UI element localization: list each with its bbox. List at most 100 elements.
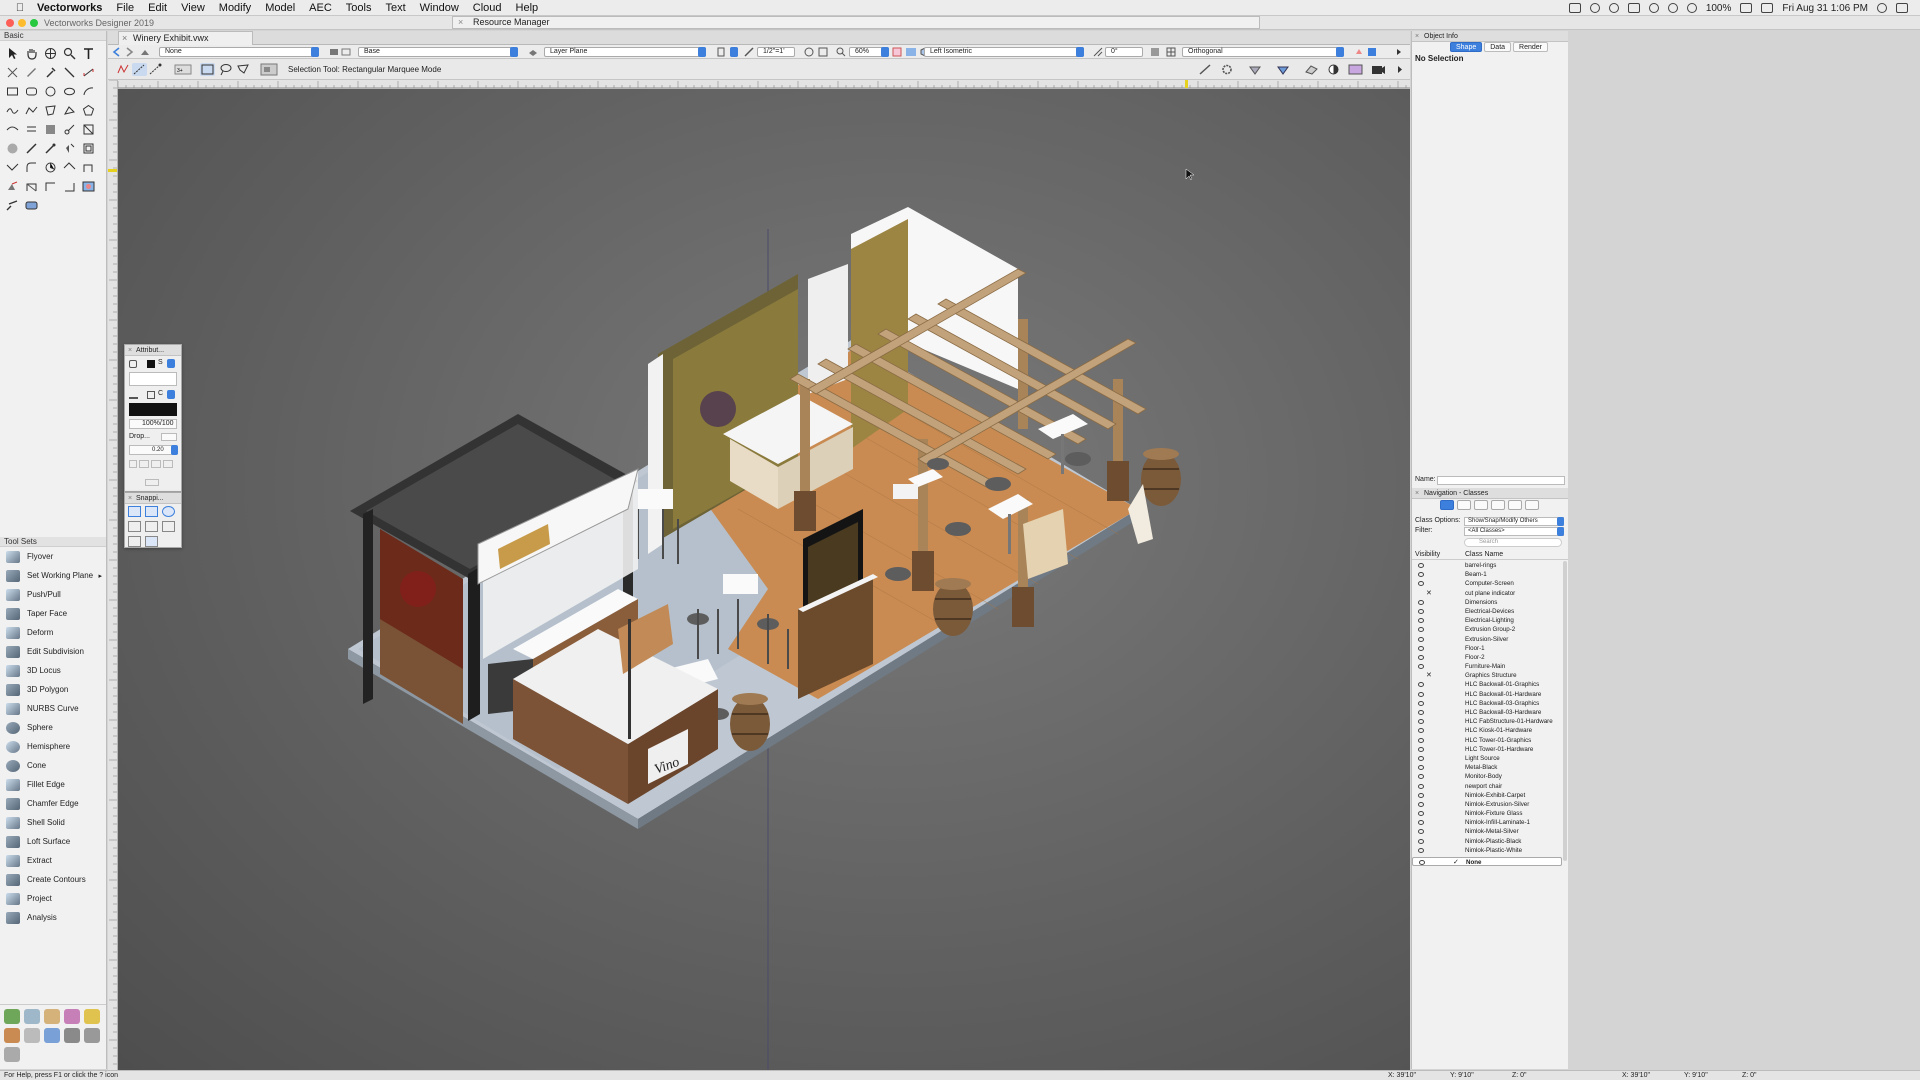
snap-grid-icon[interactable] xyxy=(128,506,141,517)
clock[interactable]: Fri Aug 31 1:06 PM xyxy=(1782,3,1868,14)
eye-icon[interactable] xyxy=(1418,572,1424,578)
eye-icon[interactable] xyxy=(1419,860,1425,865)
menu-file[interactable]: File xyxy=(109,2,141,14)
class-row[interactable]: Furniture-Main xyxy=(1412,662,1562,671)
class-row[interactable]: Metal-Black xyxy=(1412,763,1562,772)
fill-style-dropdown[interactable] xyxy=(167,359,175,368)
apple-menu-icon[interactable]:  xyxy=(10,2,30,14)
page-select[interactable] xyxy=(730,47,738,57)
attributes-palette-header[interactable]: × Attribut... xyxy=(125,345,181,356)
3d-modeling-toolset-icon[interactable] xyxy=(64,1009,80,1024)
fill-color-swatch[interactable] xyxy=(147,360,155,368)
menu-app[interactable]: Vectorworks xyxy=(30,2,109,14)
layout-tool-icon[interactable] xyxy=(80,140,97,157)
rotate-plan-icon[interactable] xyxy=(1093,47,1103,57)
walkthrough-tool-icon[interactable] xyxy=(4,178,21,195)
snap-loupe-icon[interactable] xyxy=(1198,63,1213,76)
layer-options-icon[interactable] xyxy=(341,47,351,57)
clip-cube-icon[interactable] xyxy=(1276,63,1291,76)
render-preview-icon[interactable] xyxy=(1348,63,1363,76)
hidden-icon[interactable]: ✕ xyxy=(1426,671,1432,680)
menu-help[interactable]: Help xyxy=(509,2,546,14)
polyline-tool-icon[interactable] xyxy=(23,102,40,119)
opacity-field[interactable]: 100%/100 xyxy=(129,419,177,429)
filter-select[interactable]: <All Classes> xyxy=(1464,527,1564,536)
pen-preview[interactable] xyxy=(129,403,177,416)
class-options-select[interactable]: Show/Snap/Modify Others xyxy=(1464,517,1564,526)
spiral-tool-icon[interactable] xyxy=(4,121,21,138)
close-icon[interactable]: × xyxy=(458,17,463,28)
eye-icon[interactable] xyxy=(1418,829,1424,835)
dimension-tool-icon[interactable] xyxy=(80,64,97,81)
toolset-item[interactable]: Fillet Edge xyxy=(0,775,106,794)
offset-tool-icon[interactable] xyxy=(23,121,40,138)
eye-icon[interactable] xyxy=(1418,627,1424,633)
eyedropper-tool-icon[interactable] xyxy=(42,64,59,81)
view-options-icon[interactable] xyxy=(1367,47,1377,57)
visibility-column-header[interactable]: Visibility xyxy=(1415,551,1440,558)
minimize-window-icon[interactable] xyxy=(18,19,26,27)
heliodon-icon[interactable] xyxy=(1248,63,1263,76)
design-layers-tab-icon[interactable] xyxy=(1457,500,1471,510)
close-tab-icon[interactable]: × xyxy=(122,32,127,45)
class-list-scrollbar[interactable] xyxy=(1563,561,1567,861)
scale-tool-icon[interactable] xyxy=(4,159,21,176)
class-icon[interactable] xyxy=(140,47,150,57)
eye-icon[interactable] xyxy=(1418,811,1424,817)
single-object-mode-icon[interactable] xyxy=(132,63,147,76)
plane-select[interactable]: Layer Plane xyxy=(544,47,706,57)
selection-tool-icon[interactable] xyxy=(4,45,21,62)
toolset-item[interactable]: Edit Subdivision xyxy=(0,642,106,661)
detailing-toolset-icon[interactable] xyxy=(4,1028,20,1043)
snap-distance-icon[interactable] xyxy=(145,521,158,532)
clip-tool-icon[interactable] xyxy=(42,121,59,138)
move-tool-icon[interactable] xyxy=(61,140,78,157)
tab-render[interactable]: Render xyxy=(1513,42,1549,52)
eye-icon[interactable] xyxy=(1418,700,1424,706)
render-options-icon[interactable] xyxy=(1166,47,1176,57)
zoom-tool-icon[interactable] xyxy=(61,45,78,62)
page-icon[interactable] xyxy=(716,47,726,57)
toolset-item[interactable]: Project xyxy=(0,889,106,908)
snap-tangent-icon[interactable] xyxy=(162,521,175,532)
class-row[interactable]: Extrusion-Silver xyxy=(1412,635,1562,644)
toolset-item[interactable]: 3D Polygon xyxy=(0,680,106,699)
dropbox-icon[interactable] xyxy=(1627,3,1640,13)
toolset-item[interactable]: Create Contours xyxy=(0,870,106,889)
back-icon[interactable] xyxy=(112,47,122,57)
line-weight-dropdown[interactable] xyxy=(171,445,178,455)
zoom-field[interactable]: 60% xyxy=(849,47,889,57)
menu-aec[interactable]: AEC xyxy=(302,2,339,14)
toolset-item[interactable]: Push/Pull xyxy=(0,585,106,604)
class-row[interactable]: ✕ cut plane indicator xyxy=(1412,589,1562,598)
working-plane-icon[interactable] xyxy=(528,47,538,57)
resource-manager-titlebar[interactable]: × Resource Manager xyxy=(452,16,1260,29)
class-row[interactable]: HLC Tower-01-Hardware xyxy=(1412,745,1562,754)
group-tool-icon[interactable] xyxy=(42,178,59,195)
class-row[interactable]: Floor-2 xyxy=(1412,653,1562,662)
class-row[interactable]: Nimlok-Metal-Silver xyxy=(1412,827,1562,836)
volume-icon[interactable] xyxy=(1686,3,1697,13)
toolbar-overflow-icon[interactable] xyxy=(1396,63,1404,76)
close-icon[interactable]: × xyxy=(1415,488,1419,499)
close-window-icon[interactable] xyxy=(6,19,14,27)
rectangle-tool-icon[interactable] xyxy=(4,83,21,100)
arrowhead-left-icon[interactable] xyxy=(139,460,149,468)
active-class-select[interactable]: None xyxy=(159,47,319,57)
eye-icon[interactable] xyxy=(1418,691,1424,697)
rounded-rectangle-tool-icon[interactable] xyxy=(23,83,40,100)
attribute-mapping-tool-icon[interactable] xyxy=(23,64,40,81)
line-tool-icon[interactable] xyxy=(61,64,78,81)
rendering-tool-icon[interactable] xyxy=(80,178,97,195)
menu-edit[interactable]: Edit xyxy=(141,2,174,14)
horizontal-ruler[interactable] xyxy=(118,80,1410,89)
menu-cloud[interactable]: Cloud xyxy=(466,2,509,14)
eye-icon[interactable] xyxy=(1418,682,1424,688)
sync-icon[interactable] xyxy=(1648,3,1659,13)
eye-icon[interactable] xyxy=(1418,765,1424,771)
close-icon[interactable]: × xyxy=(1415,31,1419,42)
vertical-ruler[interactable] xyxy=(108,80,118,1070)
eye-icon[interactable] xyxy=(1418,664,1424,670)
reshape-tool-icon[interactable] xyxy=(4,140,21,157)
flag-icon[interactable] xyxy=(1761,3,1774,13)
